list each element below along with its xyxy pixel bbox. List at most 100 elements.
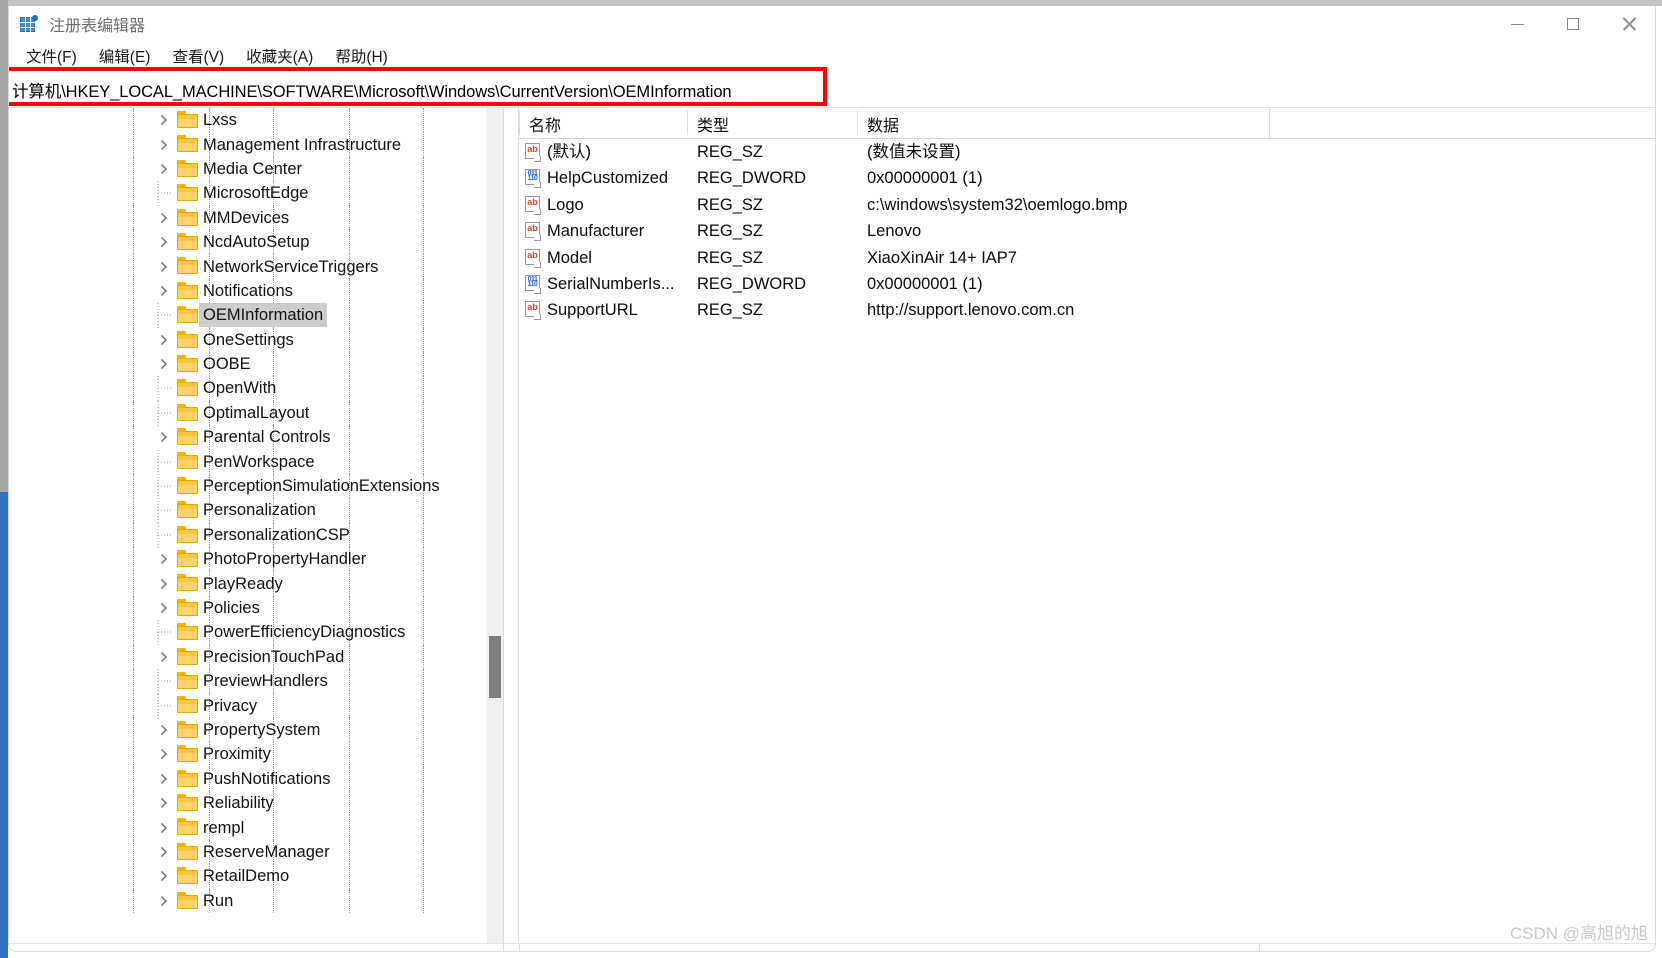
tree-item[interactable]: PlayReady: [9, 571, 487, 596]
column-header-name[interactable]: 名称: [529, 112, 561, 136]
tree-scrollbar[interactable]: [487, 108, 503, 951]
chevron-right-icon[interactable]: [157, 845, 171, 859]
menu-item-help[interactable]: 帮助(H): [324, 43, 399, 69]
folder-icon: [177, 818, 198, 836]
tree-item[interactable]: MicrosoftEdge: [9, 181, 487, 207]
value-row[interactable]: ab (默认) REG_SZ (数值未设置): [519, 139, 1655, 165]
tree-item[interactable]: PrecisionTouchPad: [9, 644, 487, 669]
tree-item[interactable]: OOBE: [9, 351, 487, 377]
tree-item[interactable]: PhotoPropertyHandler: [9, 547, 487, 572]
chevron-right-icon[interactable]: [157, 772, 171, 786]
chevron-right-icon[interactable]: [157, 162, 171, 176]
tree-item[interactable]: PenWorkspace: [9, 449, 487, 475]
tree-item[interactable]: Notifications: [9, 278, 487, 304]
chevron-right-icon[interactable]: [157, 113, 171, 127]
maximize-button[interactable]: [1545, 6, 1601, 42]
chevron-right-icon[interactable]: [157, 211, 171, 225]
value-row[interactable]: ab Model REG_SZ XiaoXinAir 14+ IAP7: [519, 245, 1655, 271]
tree-item[interactable]: PerceptionSimulationExtensions: [9, 473, 487, 500]
tree-item[interactable]: Policies: [9, 595, 487, 621]
tree-item[interactable]: OptimalLayout: [9, 400, 487, 426]
tree-item[interactable]: Media Center: [9, 156, 487, 182]
tree-scrollbar-thumb[interactable]: [489, 636, 501, 698]
tree-item[interactable]: NcdAutoSetup: [9, 229, 487, 255]
chevron-right-icon[interactable]: [157, 723, 171, 737]
value-type: REG_SZ: [697, 143, 764, 161]
chevron-right-icon[interactable]: [157, 821, 171, 835]
tree-guide-lines: [9, 815, 487, 840]
tree-item-label: Proximity: [203, 745, 271, 764]
value-row[interactable]: 011 110 SerialNumberIs... REG_DWORD 0x000000…: [519, 271, 1655, 297]
address-bar[interactable]: 计算机\HKEY_LOCAL_MACHINE\SOFTWARE\Microsof…: [9, 72, 1655, 108]
chevron-right-icon[interactable]: [157, 552, 171, 566]
close-button[interactable]: [1601, 6, 1655, 42]
tree-item[interactable]: PersonalizationCSP: [9, 522, 487, 548]
chevron-right-icon[interactable]: [157, 260, 171, 274]
folder-icon: [177, 452, 198, 470]
tree-item[interactable]: PropertySystem: [9, 717, 487, 743]
menu-item-edit[interactable]: 编辑(E): [88, 43, 162, 69]
chevron-right-icon[interactable]: [157, 235, 171, 249]
chevron-right-icon[interactable]: [157, 796, 171, 810]
tree-item[interactable]: Run: [9, 888, 487, 913]
folder-icon: [177, 598, 198, 616]
address-input[interactable]: 计算机\HKEY_LOCAL_MACHINE\SOFTWARE\Microsof…: [9, 78, 732, 102]
tree-item-label: PropertySystem: [203, 720, 321, 739]
folder-icon: [177, 696, 198, 714]
tree-item[interactable]: OneSettings: [9, 327, 487, 352]
tree-item[interactable]: Personalization: [9, 498, 487, 524]
chevron-right-icon[interactable]: [157, 577, 171, 591]
chevron-right-icon[interactable]: [157, 430, 171, 444]
column-header-data[interactable]: 数据: [867, 112, 899, 136]
tree-item[interactable]: Management Infrastructure: [9, 132, 487, 157]
registry-values-pane[interactable]: 名称 类型 数据 ab (默认) REG_SZ (数值未设置) 011 110 HelpCu…: [519, 108, 1655, 951]
pane-splitter[interactable]: [503, 108, 519, 951]
menu-item-view[interactable]: 查看(V): [161, 43, 235, 69]
chevron-right-icon[interactable]: [157, 601, 171, 615]
screen: 注册表编辑器 文件(F) 编辑(E) 查看(V) 收藏夹(A) 帮助(H) 计算…: [0, 0, 1662, 958]
tree-item[interactable]: Proximity: [9, 742, 487, 767]
tree-item-label: Run: [203, 891, 234, 910]
tree-item[interactable]: Privacy: [9, 693, 487, 719]
tree-item-label: ReserveManager: [203, 842, 330, 861]
chevron-right-icon[interactable]: [157, 138, 171, 152]
value-row[interactable]: ab Logo REG_SZ c:\windows\system32\oemlogo.…: [519, 192, 1655, 218]
registry-tree-pane[interactable]: Lxss Management Infrastructure Media Cente…: [9, 108, 503, 951]
chevron-right-icon[interactable]: [157, 650, 171, 664]
folder-icon: [177, 354, 198, 372]
tree-leaf-connector: [157, 400, 171, 426]
value-row[interactable]: 011 110 HelpCustomized REG_DWORD 0x00000001 …: [519, 165, 1655, 191]
tree-item[interactable]: Reliability: [9, 790, 487, 816]
minimize-button[interactable]: [1489, 6, 1545, 42]
tree-item[interactable]: NetworkServiceTriggers: [9, 254, 487, 279]
tree-item[interactable]: PreviewHandlers: [9, 668, 487, 695]
folder-icon: [177, 671, 198, 689]
value-row[interactable]: ab Manufacturer REG_SZ Lenovo: [519, 218, 1655, 244]
value-row[interactable]: ab SupportURL REG_SZ http://support.lenovo.…: [519, 297, 1655, 323]
chevron-right-icon[interactable]: [157, 894, 171, 908]
chevron-right-icon[interactable]: [157, 747, 171, 761]
tree-item[interactable]: OpenWith: [9, 376, 487, 402]
tree-item-label: MicrosoftEdge: [203, 184, 309, 203]
tree-item[interactable]: PushNotifications: [9, 766, 487, 791]
tree-guide-lines: [9, 888, 487, 913]
tree-item[interactable]: Parental Controls: [9, 425, 487, 450]
column-header-type[interactable]: 类型: [697, 112, 729, 136]
folder-icon: [177, 720, 198, 738]
tree-item[interactable]: PowerEfficiencyDiagnostics: [9, 620, 487, 646]
menu-item-favorites[interactable]: 收藏夹(A): [235, 43, 324, 69]
tree-item[interactable]: OEMInformation: [9, 303, 487, 329]
chevron-right-icon[interactable]: [157, 869, 171, 883]
tree-item[interactable]: MMDevices: [9, 205, 487, 230]
tree-item[interactable]: rempl: [9, 815, 487, 840]
menu-item-file[interactable]: 文件(F): [15, 43, 88, 69]
tree-item[interactable]: ReserveManager: [9, 839, 487, 865]
tree-item[interactable]: Lxss: [9, 108, 487, 133]
chevron-right-icon[interactable]: [157, 284, 171, 298]
tree-leaf-connector: [157, 669, 171, 695]
chevron-right-icon[interactable]: [157, 333, 171, 347]
tree-item[interactable]: RetailDemo: [9, 864, 487, 889]
value-type: REG_DWORD: [697, 169, 807, 188]
tree-item-label: Media Center: [203, 159, 303, 178]
chevron-right-icon[interactable]: [157, 357, 171, 371]
